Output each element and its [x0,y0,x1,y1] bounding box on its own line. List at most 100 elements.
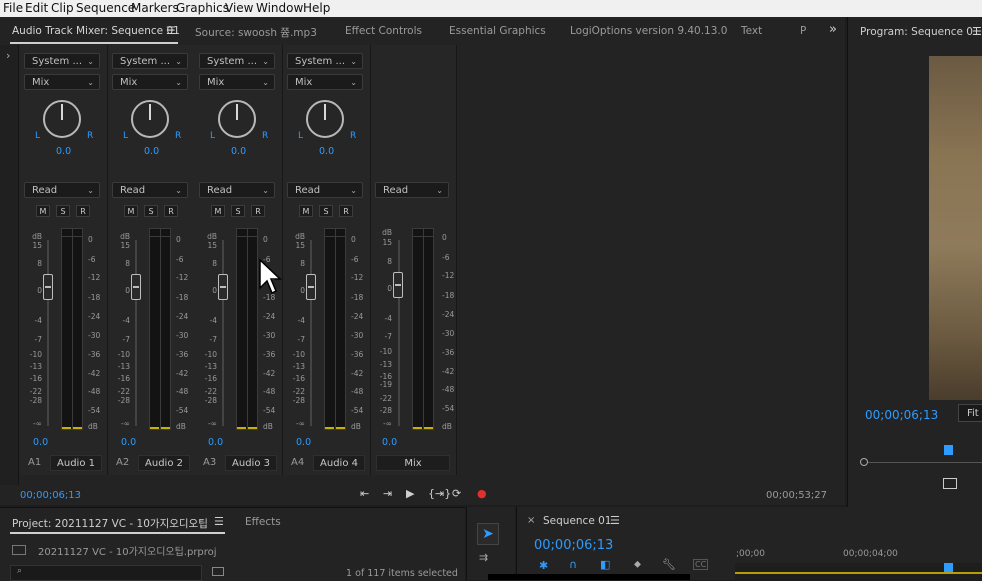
play-icon[interactable]: ▶ [406,487,414,500]
mix-automation-dropdown[interactable]: Read ⌄ [375,182,449,198]
automation-dropdown[interactable]: Read ⌄ [287,182,363,198]
pan-value[interactable]: 0.0 [56,146,71,157]
mute-button[interactable]: M [299,205,313,217]
gain-value[interactable]: 0.0 [208,437,223,448]
volume-fader[interactable] [43,274,53,300]
menu-graphics[interactable]: Graphics [176,1,229,15]
tab-audio-track-mixer[interactable]: Audio Track Mixer: Sequence 01 [12,25,180,37]
new-bin-icon[interactable] [212,567,224,576]
solo-button[interactable]: S [231,205,245,217]
program-scrubber[interactable] [860,462,982,463]
menu-file[interactable]: File [3,1,23,15]
close-icon[interactable]: × [527,515,535,526]
tab-sequence[interactable]: Sequence 01 [543,515,612,527]
send-dropdown[interactable]: Mix ⌄ [112,74,188,90]
captions-icon[interactable]: CC [693,559,709,570]
wrench-icon[interactable]: 🔧︎ [662,558,676,571]
mix-fader[interactable] [393,272,403,298]
zoom-fit-dropdown[interactable]: Fit [958,404,982,422]
volume-fader[interactable] [131,274,141,300]
output-dropdown[interactable]: System ... ⌄ [287,53,363,69]
gain-value[interactable]: 0.0 [33,437,48,448]
record-enable-button[interactable]: R [251,205,265,217]
pan-value[interactable]: 0.0 [319,146,334,157]
solo-button[interactable]: S [319,205,333,217]
solo-button[interactable]: S [56,205,70,217]
menu-help[interactable]: Help [303,1,330,15]
tab-p[interactable]: P [800,25,806,37]
add-marker-icon[interactable]: ◧ [600,558,610,571]
meter-scale-label: 0 [263,235,268,244]
mute-button[interactable]: M [211,205,225,217]
mixer-expand-gutter[interactable]: › [0,45,19,485]
expand-arrow-icon[interactable]: › [6,49,10,62]
go-to-in-icon[interactable]: ⇤ [360,487,369,500]
automation-dropdown[interactable]: Read ⌄ [112,182,188,198]
automation-dropdown[interactable]: Read ⌄ [24,182,100,198]
tab-program[interactable]: Program: Sequence 01 [860,26,980,38]
mixer-current-timecode[interactable]: 00;00;06;13 [20,490,81,501]
timeline-timecode[interactable]: 00;00;06;13 [534,538,613,553]
zoom-handle[interactable] [860,458,868,466]
solo-button[interactable]: S [144,205,158,217]
volume-fader[interactable] [218,274,228,300]
play-in-to-out-icon[interactable]: {⇥} [428,487,451,500]
tab-logioptions[interactable]: LogiOptions version 9.40.13.0 [570,25,727,37]
program-menu-icon[interactable]: ☰ [972,25,982,38]
gain-value[interactable]: 0.0 [296,437,311,448]
snap-icon[interactable]: ✱ [539,559,548,572]
menu-markers[interactable]: Markers [131,1,179,15]
record-icon[interactable]: ● [477,487,487,500]
more-tabs-icon[interactable]: » [829,22,837,37]
send-dropdown[interactable]: Mix ⌄ [199,74,275,90]
project-search-input[interactable]: ⌕ [10,565,202,581]
timeline-menu-icon[interactable]: ☰ [610,514,620,527]
automation-dropdown[interactable]: Read ⌄ [199,182,275,198]
tab-project[interactable]: Project: 20211127 VC - 10가지오디오팁 [12,516,208,531]
meter-scale-label: -18 [176,293,189,302]
record-enable-button[interactable]: R [339,205,353,217]
timeline-playhead[interactable] [944,563,953,572]
tab-effects[interactable]: Effects [245,516,281,528]
track-select-tool-icon[interactable]: ⇉ [479,551,497,565]
tab-text[interactable]: Text [741,25,762,37]
timeline-ruler[interactable] [735,563,982,580]
mute-button[interactable]: M [36,205,50,217]
panel-menu-icon[interactable]: ☰ [166,25,175,37]
menu-edit[interactable]: Edit [25,1,48,15]
marker-icon[interactable]: ⬥ [634,559,641,570]
tab-source[interactable]: Source: swoosh 쯈.mp3 [195,25,317,40]
send-dropdown[interactable]: Mix ⌄ [24,74,100,90]
record-enable-button[interactable]: R [76,205,90,217]
mix-gain-value[interactable]: 0.0 [382,437,397,448]
output-dropdown[interactable]: System ... ⌄ [112,53,188,69]
pan-knob[interactable] [131,100,169,138]
loop-icon[interactable]: ⟳ [452,487,461,500]
program-timecode[interactable]: 00;00;06;13 [865,408,938,422]
pan-knob[interactable] [306,100,344,138]
pan-knob[interactable] [218,100,256,138]
send-dropdown[interactable]: Mix ⌄ [287,74,363,90]
volume-fader[interactable] [306,274,316,300]
menu-window[interactable]: Window [256,1,303,15]
pan-knob[interactable] [43,100,81,138]
tab-effect-controls[interactable]: Effect Controls [345,25,422,37]
linked-selection-icon[interactable]: ∩ [569,558,577,571]
safe-margins-icon[interactable] [943,478,957,489]
menu-clip[interactable]: Clip [51,1,74,15]
menu-view[interactable]: View [225,1,253,15]
menu-sequence[interactable]: Sequence [76,1,135,15]
output-dropdown[interactable]: System ... ⌄ [24,53,100,69]
tab-essential-graphics[interactable]: Essential Graphics [449,25,546,37]
meter-scale-label: -24 [263,312,276,321]
output-dropdown[interactable]: System ... ⌄ [199,53,275,69]
selection-tool-icon[interactable]: ➤ [477,523,499,545]
pan-value[interactable]: 0.0 [231,146,246,157]
program-playhead[interactable] [944,445,953,455]
mute-button[interactable]: M [124,205,138,217]
project-menu-icon[interactable]: ☰ [214,515,224,528]
go-to-out-icon[interactable]: ⇥ [383,487,392,500]
pan-value[interactable]: 0.0 [144,146,159,157]
record-enable-button[interactable]: R [164,205,178,217]
gain-value[interactable]: 0.0 [121,437,136,448]
